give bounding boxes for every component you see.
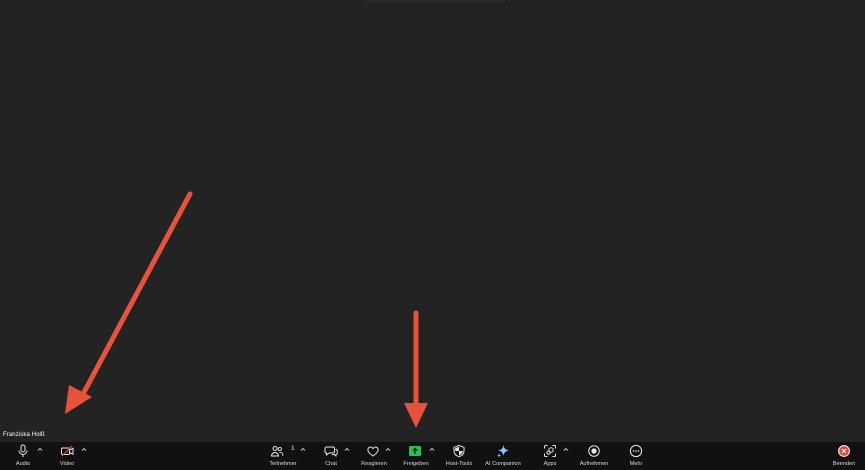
- chevron-up-icon: [344, 447, 350, 451]
- participants-count: 1: [291, 445, 295, 452]
- record-icon: [586, 444, 602, 458]
- share-screen-icon: [407, 444, 423, 458]
- chevron-up-icon: [37, 447, 43, 451]
- chevron-up-icon: [429, 447, 435, 451]
- microphone-icon: [15, 444, 31, 458]
- audio-label: Audio: [15, 461, 31, 467]
- sparkle-icon: [495, 444, 511, 458]
- ai-companion-label: AI Companion: [485, 461, 521, 467]
- top-drag-handle: [365, 0, 505, 2]
- meeting-toolbar: Audio Video Teilnehmer 1 Chat Reagieren …: [0, 442, 865, 470]
- chat-options-caret[interactable]: [343, 445, 351, 453]
- apps-label: Apps: [543, 461, 557, 467]
- more-button[interactable]: Mehr: [626, 444, 646, 469]
- host-tools-label: Host-Tools: [445, 461, 473, 467]
- end-meeting-button[interactable]: Beenden: [830, 444, 858, 469]
- video-button[interactable]: Video: [57, 444, 77, 469]
- chevron-up-icon: [385, 447, 391, 451]
- video-off-icon: [59, 444, 75, 458]
- react-label: Reagieren: [361, 461, 387, 467]
- video-label: Video: [59, 461, 75, 467]
- heart-icon: [365, 444, 381, 458]
- audio-button[interactable]: Audio: [13, 444, 33, 469]
- chat-label: Chat: [325, 461, 337, 467]
- react-options-caret[interactable]: [384, 445, 392, 453]
- more-dots-icon: [628, 444, 644, 458]
- apps-icon: [542, 444, 558, 458]
- chevron-up-icon: [300, 447, 306, 451]
- video-options-caret[interactable]: [80, 445, 88, 453]
- record-button[interactable]: Aufnehmen: [576, 444, 612, 469]
- participants-label: Teilnehmer: [269, 461, 297, 467]
- share-screen-button[interactable]: Freigeben: [402, 444, 430, 469]
- people-icon: [269, 444, 285, 458]
- chevron-up-icon: [563, 447, 569, 451]
- end-label: Beenden: [832, 461, 856, 467]
- share-label: Freigeben: [403, 461, 429, 467]
- chat-bubbles-icon: [323, 444, 339, 458]
- host-tools-button[interactable]: Host-Tools: [443, 444, 475, 469]
- more-label: Mehr: [629, 461, 643, 467]
- participants-options-caret[interactable]: [299, 445, 307, 453]
- ai-companion-button[interactable]: AI Companion: [483, 444, 523, 469]
- end-x-icon: [836, 444, 852, 458]
- shield-icon: [451, 444, 467, 458]
- apps-options-caret[interactable]: [562, 445, 570, 453]
- participant-name-label: Franziska Holß: [3, 432, 45, 438]
- apps-button[interactable]: Apps: [540, 444, 560, 469]
- share-options-caret[interactable]: [428, 445, 436, 453]
- record-label: Aufnehmen: [579, 461, 609, 467]
- audio-options-caret[interactable]: [36, 445, 44, 453]
- chevron-up-icon: [81, 447, 87, 451]
- video-area: [0, 0, 865, 442]
- meeting-window: Franziska Holß Audio Video Teilnehmer 1 …: [0, 0, 865, 470]
- chat-button[interactable]: Chat: [321, 444, 341, 469]
